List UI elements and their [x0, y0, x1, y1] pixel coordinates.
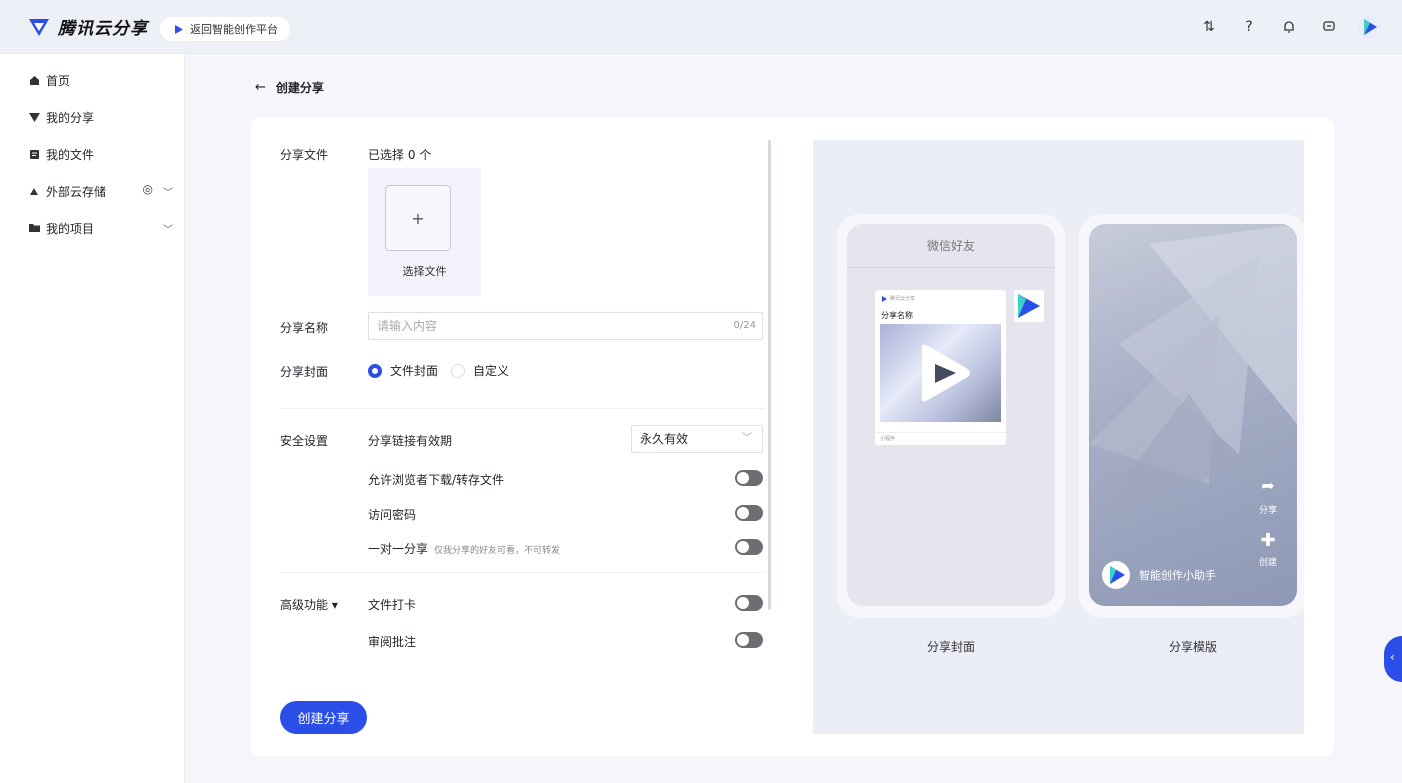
- share-cover-label: 分享封面: [280, 365, 329, 379]
- chevron-down-icon: ﹀: [742, 433, 752, 444]
- allow-download-toggle[interactable]: [735, 470, 763, 486]
- back-to-platform-label: 返回智能创作平台: [190, 23, 278, 36]
- assistant-name: 智能创作小助手: [1139, 569, 1216, 582]
- template-preview-phone: ➦ 分享 ✚ 创建 智能创作小助手: [1079, 214, 1307, 618]
- security-label: 安全设置: [280, 434, 329, 448]
- sidebar-item-label: 外部云存储: [46, 184, 107, 199]
- brand-logo[interactable]: 腾讯云分享: [28, 14, 148, 39]
- phone-screen: ➦ 分享 ✚ 创建 智能创作小助手: [1089, 224, 1297, 606]
- page-title: 创建分享: [275, 81, 324, 95]
- divider: [280, 572, 765, 573]
- sidebar-item-my-projects[interactable]: 我的项目 ﹀: [28, 218, 173, 238]
- mini-program-card: 腾讯云分享 分享名称 小程序: [875, 290, 1006, 445]
- share-name-placeholder: 请输入内容: [377, 319, 438, 333]
- form-scrollbar[interactable]: [768, 140, 771, 610]
- cover-option-file[interactable]: 文件封面: [368, 362, 438, 379]
- file-icon: [28, 148, 40, 160]
- mini-logo-icon: [882, 295, 887, 302]
- checkin-toggle[interactable]: [735, 595, 763, 611]
- mini-brand: 腾讯云分享: [881, 295, 915, 302]
- create-action[interactable]: ✚ 创建: [1253, 530, 1283, 568]
- share-name-counter: 0/24: [733, 320, 756, 331]
- main-content: ← 创建分享 分享文件 已选择 0 个 + 选择文件 分享名称 请输入内容 0/…: [185, 54, 1402, 783]
- share-action[interactable]: ➦ 分享: [1253, 476, 1283, 516]
- home-icon: [28, 74, 40, 86]
- plus-icon: +: [411, 208, 425, 228]
- cover-caption: 分享封面: [926, 640, 975, 654]
- phone-screen: 微信好友 腾讯云分享 分享名称 小程序: [847, 224, 1055, 606]
- share-name-input[interactable]: 请输入内容 0/24: [368, 312, 763, 340]
- share-files-label: 分享文件: [280, 148, 329, 162]
- advanced-features-toggle[interactable]: 高级功能 ▾: [280, 596, 338, 613]
- one-to-one-toggle[interactable]: [735, 539, 763, 555]
- create-share-button[interactable]: 创建分享: [280, 701, 367, 734]
- chevron-down-icon[interactable]: ﹀: [163, 184, 173, 199]
- sidebar: 首页 我的分享 我的文件 外部云存储 ◎ ﹀ 我的项目 ﹀: [0, 54, 185, 783]
- settings-icon[interactable]: ◎: [143, 182, 153, 196]
- chevron-down-icon[interactable]: ﹀: [163, 221, 173, 236]
- sidebar-item-label: 首页: [46, 73, 71, 88]
- sidebar-item-label: 我的文件: [46, 147, 95, 162]
- mini-footer: 小程序: [875, 432, 1006, 442]
- one-to-one-hint: 仅我分享的好友可看，不可转发: [434, 546, 561, 556]
- top-actions: ⇅ ?: [1196, 14, 1382, 40]
- expiry-label: 分享链接有效期: [368, 434, 453, 448]
- password-label: 访问密码: [368, 508, 417, 522]
- avatar-icon[interactable]: [1356, 14, 1382, 40]
- play-logo-icon: [921, 344, 970, 402]
- password-toggle[interactable]: [735, 505, 763, 521]
- plus-icon: ✚: [1260, 530, 1276, 551]
- cover-option-custom[interactable]: 自定义: [451, 362, 509, 379]
- template-caption: 分享模版: [1168, 640, 1217, 654]
- expiry-value: 永久有效: [640, 432, 689, 446]
- bell-icon[interactable]: [1276, 14, 1302, 40]
- assistant-badge: 智能创作小助手: [1101, 560, 1216, 590]
- chevron-left-icon: ‹: [1390, 650, 1395, 664]
- review-label: 审阅批注: [368, 635, 417, 649]
- allow-download-label: 允许浏览者下载/转存文件: [368, 473, 505, 487]
- transfer-icon[interactable]: ⇅: [1196, 14, 1222, 40]
- create-share-card: 分享文件 已选择 0 个 + 选择文件 分享名称 请输入内容 0/24 分享封面…: [251, 118, 1334, 756]
- divider: [280, 408, 765, 409]
- cover-image: [880, 324, 1001, 422]
- radio-checked-icon: [368, 363, 382, 378]
- play-logo-icon: [175, 24, 183, 34]
- select-file-label: 选择文件: [402, 265, 447, 278]
- cover-option-label: 文件封面: [390, 364, 439, 378]
- back-arrow-icon[interactable]: ←: [255, 80, 266, 95]
- sidebar-item-home[interactable]: 首页: [28, 70, 173, 90]
- expiry-select[interactable]: 永久有效 ﹀: [631, 425, 763, 453]
- file-picker[interactable]: + 选择文件: [368, 168, 481, 296]
- message-icon[interactable]: [1316, 14, 1342, 40]
- help-icon[interactable]: ?: [1236, 14, 1262, 40]
- brand-logo-icon: [29, 18, 49, 36]
- wechat-title: 微信好友: [847, 224, 1055, 268]
- cover-preview-phone: 微信好友 腾讯云分享 分享名称 小程序: [837, 214, 1065, 618]
- cloud-icon: [28, 185, 40, 197]
- folder-icon: [28, 222, 40, 234]
- sidebar-item-my-shares[interactable]: 我的分享: [28, 107, 173, 127]
- cover-option-label: 自定义: [473, 364, 510, 378]
- review-toggle[interactable]: [735, 632, 763, 648]
- sidebar-item-label: 我的项目: [46, 221, 95, 236]
- sidebar-item-my-files[interactable]: 我的文件: [28, 144, 173, 164]
- mini-share-name: 分享名称: [881, 311, 913, 320]
- add-file-button[interactable]: +: [385, 185, 451, 251]
- breadcrumb: ← 创建分享: [255, 79, 324, 96]
- radio-unchecked-icon: [451, 363, 465, 378]
- checkin-label: 文件打卡: [368, 598, 417, 612]
- sidebar-item-label: 我的分享: [46, 110, 95, 125]
- preview-panel: 微信好友 腾讯云分享 分享名称 小程序 ➦ 分享 ✚ 创建 智能创作小助手 分享…: [813, 140, 1307, 734]
- back-to-platform-button[interactable]: 返回智能创作平台: [160, 17, 290, 41]
- share-arrow-icon: ➦: [1261, 476, 1275, 495]
- sidebar-item-external-storage[interactable]: 外部云存储 ◎ ﹀: [28, 181, 173, 201]
- share-icon: [28, 111, 40, 123]
- sender-avatar: [1014, 290, 1044, 322]
- assistant-logo-icon: [1102, 561, 1130, 589]
- one-to-one-label: 一对一分享 仅我分享的好友可看，不可转发: [368, 542, 561, 556]
- share-name-label: 分享名称: [280, 321, 329, 335]
- top-bar: 腾讯云分享 返回智能创作平台 ⇅ ?: [0, 0, 1402, 54]
- brand-name: 腾讯云分享: [58, 19, 148, 39]
- selected-count: 已选择 0 个: [368, 148, 432, 162]
